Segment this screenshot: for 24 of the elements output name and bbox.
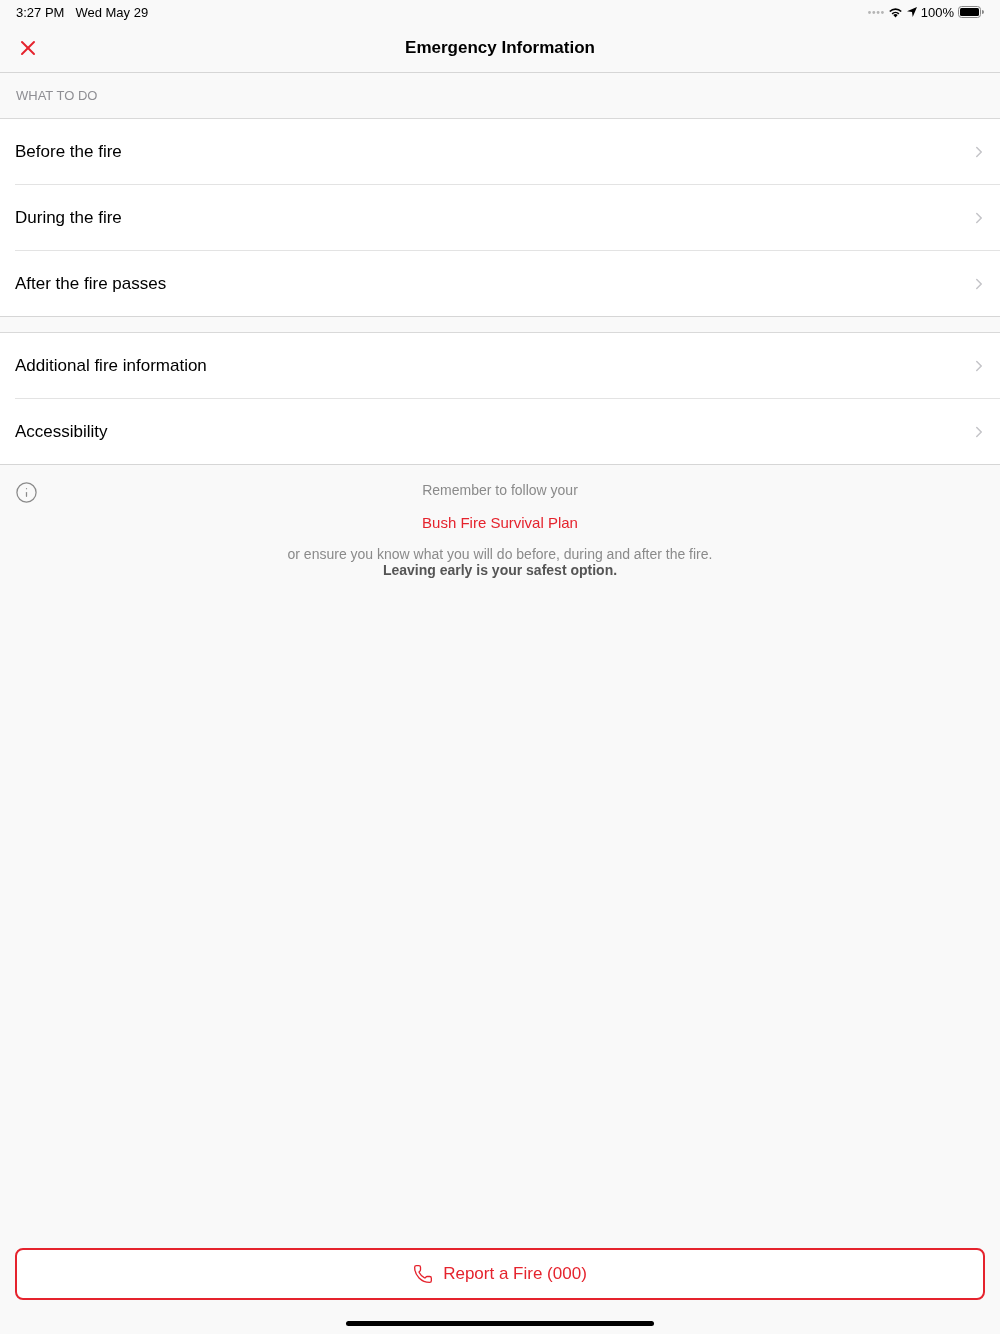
menu-row-label: After the fire passes — [15, 273, 168, 294]
notice-text: or ensure you know what you will do before, during and after the fire. — [287, 546, 713, 562]
battery-icon — [958, 6, 984, 18]
menu-row-label: Additional fire information — [15, 355, 208, 376]
menu-row-label: Accessibility — [15, 421, 109, 442]
menu-row[interactable]: Accessibility — [0, 399, 1000, 465]
signal-dots-icon — [867, 10, 884, 14]
phone-icon — [413, 1264, 434, 1284]
menu-row[interactable]: During the fire — [15, 185, 1000, 251]
screen-title: Emergency Information — [405, 38, 595, 58]
status-time: 3:27 PM — [16, 4, 65, 20]
menu-row-label: During the fire — [15, 207, 123, 228]
status-date: Wed May 29 — [75, 4, 149, 20]
location-arrow-icon — [906, 7, 917, 17]
menu-row-label: Before the fire — [15, 141, 123, 162]
menu-row[interactable]: Before the fire — [15, 119, 1000, 185]
notice-text: Remember to follow your — [422, 482, 578, 498]
info-icon — [15, 481, 38, 504]
survival-plan-link[interactable]: Bush Fire Survival Plan — [422, 514, 578, 531]
notice-emphasis: Leaving early is your safest option. — [382, 562, 618, 578]
wifi-icon — [887, 6, 903, 18]
battery-percent: 100% — [920, 4, 954, 20]
menu-row[interactable]: Additional fire information — [15, 333, 1000, 399]
report-fire-button[interactable]: Report a Fire (000) — [15, 1248, 985, 1300]
